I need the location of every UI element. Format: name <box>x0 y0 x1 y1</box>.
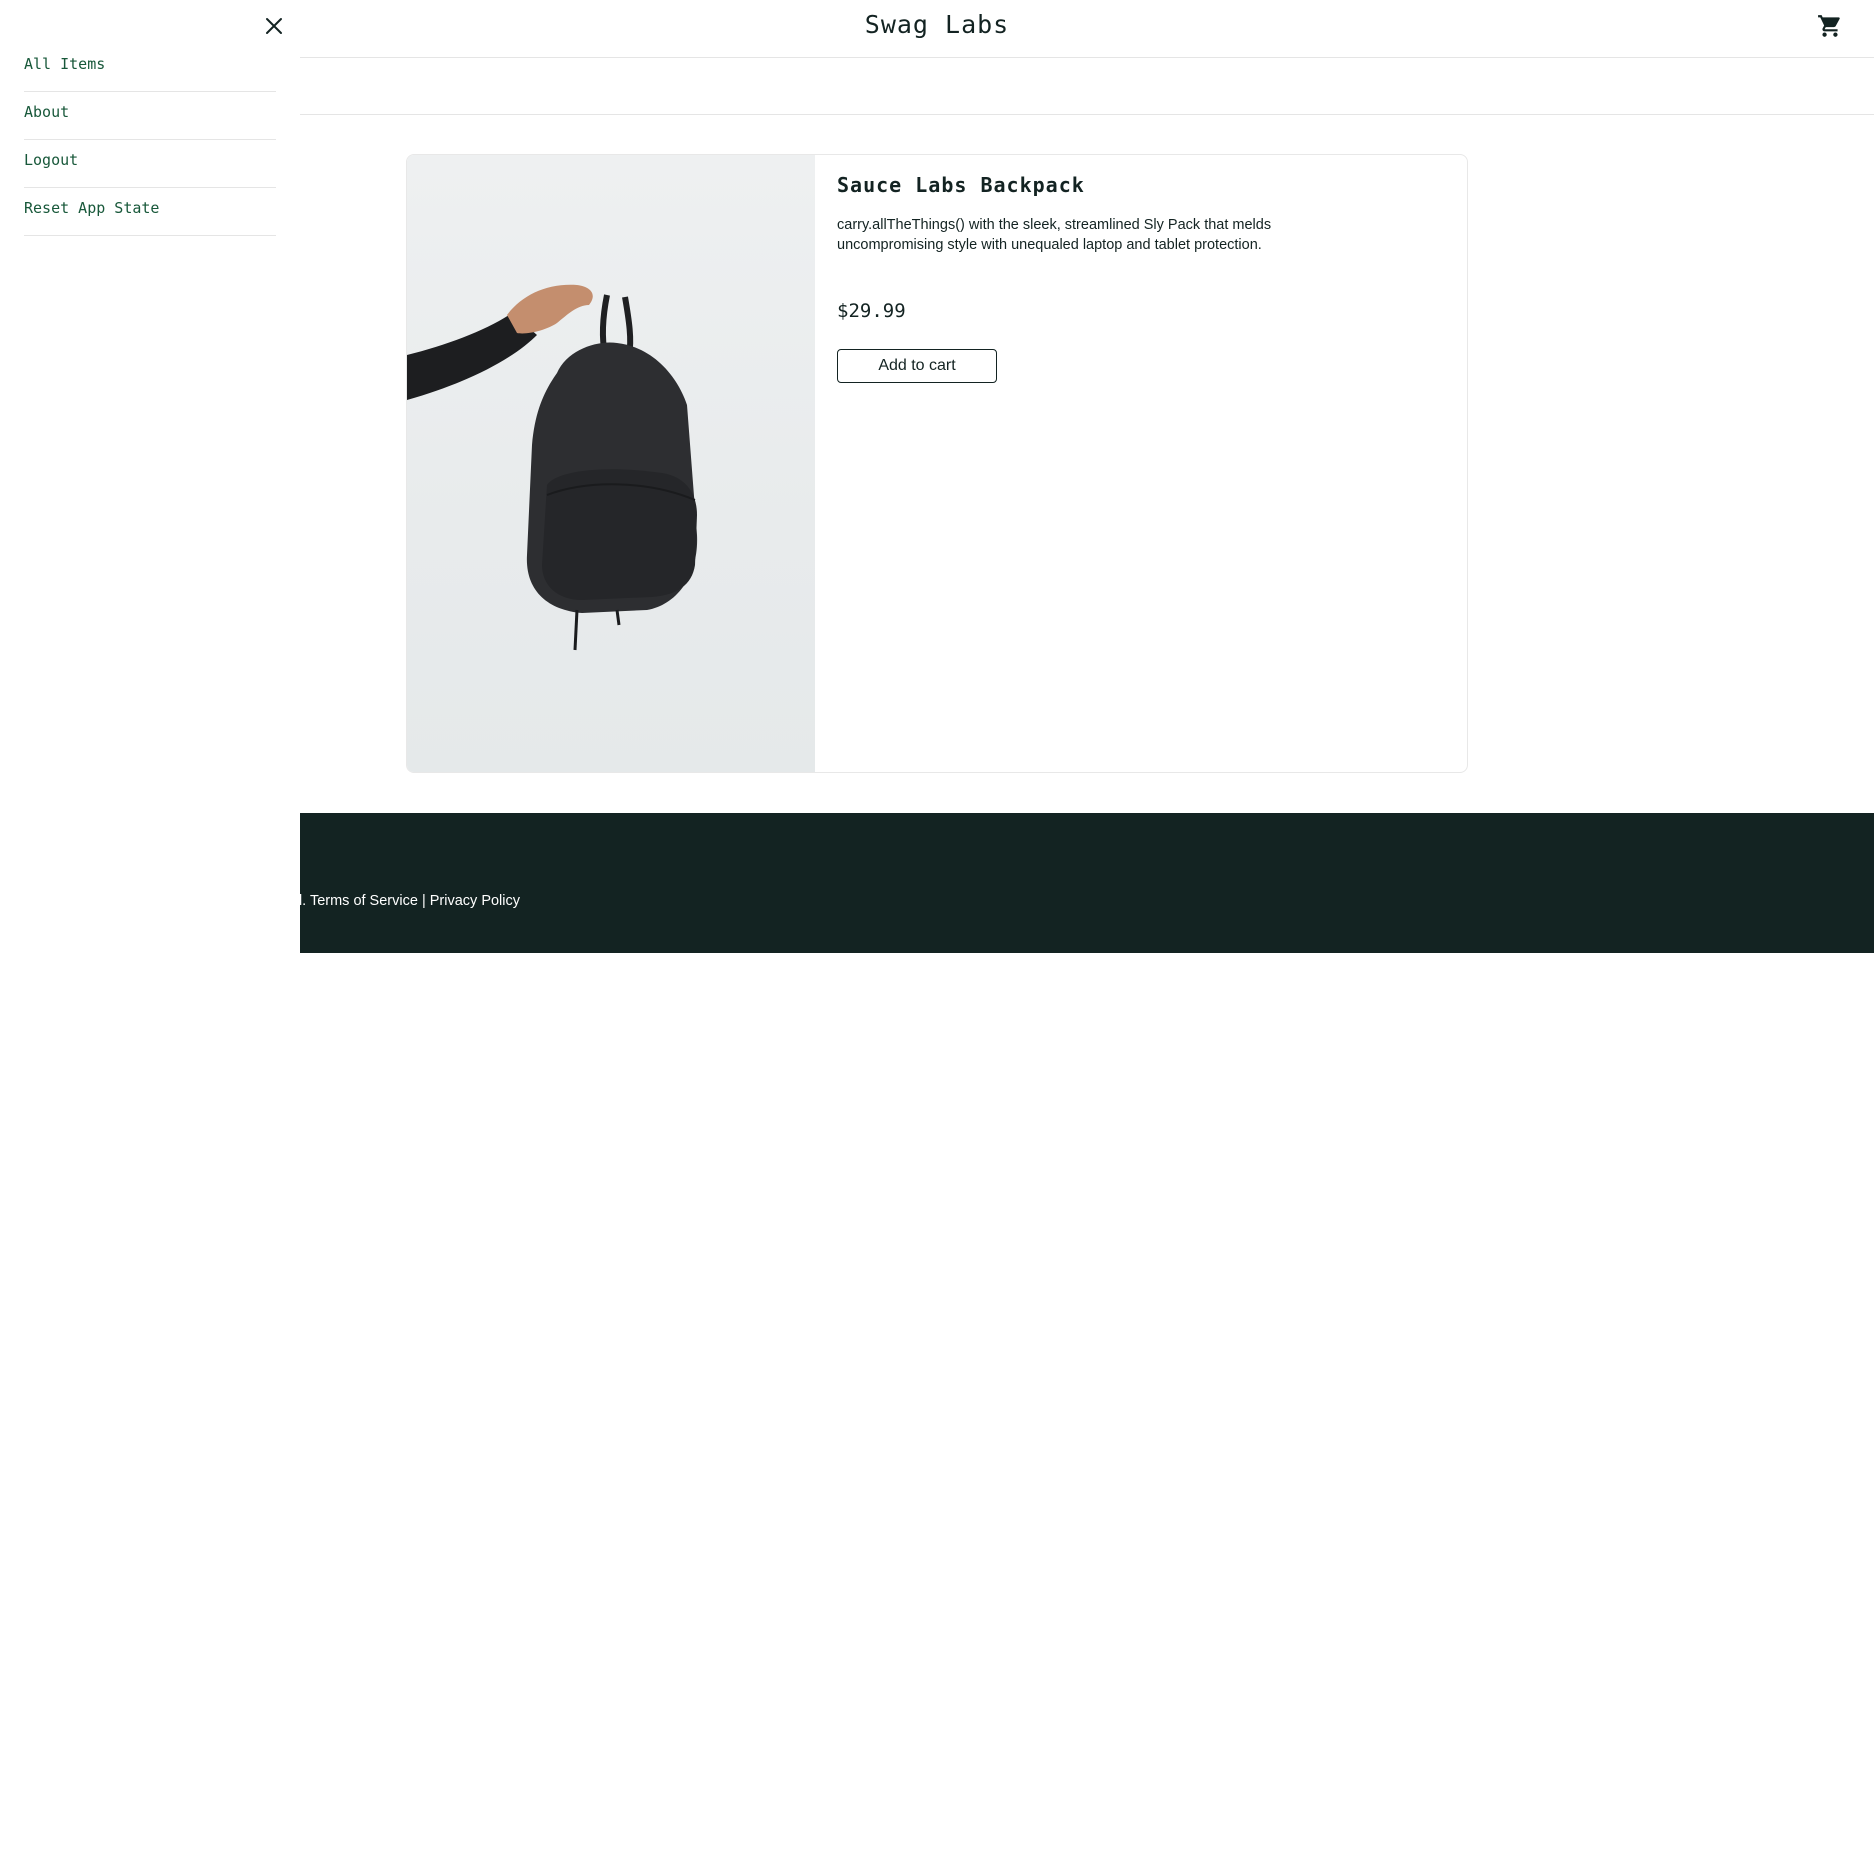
product-info: Sauce Labs Backpack carry.allTheThings()… <box>837 173 1437 383</box>
menu-item-reset-app-state[interactable]: Reset App State <box>24 188 276 236</box>
footer-separator: | <box>417 893 430 909</box>
close-icon-svg <box>266 18 282 34</box>
menu-item-all-items[interactable]: All Items <box>24 44 276 92</box>
side-menu: All Items About Logout Reset App State <box>0 0 300 1869</box>
close-icon[interactable] <box>262 14 286 38</box>
terms-of-service-link[interactable]: Terms of Service <box>310 893 418 909</box>
product-image <box>407 155 815 772</box>
shopping-cart-icon[interactable] <box>1817 13 1843 39</box>
product-description: carry.allTheThings() with the sleek, str… <box>837 217 1272 253</box>
menu-item-about[interactable]: About <box>24 92 276 140</box>
menu-item-logout[interactable]: Logout <box>24 140 276 188</box>
product-price: $29.99 <box>837 300 906 322</box>
add-to-cart-button[interactable]: Add to cart <box>837 349 997 383</box>
product-detail-card: Sauce Labs Backpack carry.allTheThings()… <box>406 154 1468 773</box>
product-name: Sauce Labs Backpack <box>837 173 1085 197</box>
menu-list: All Items About Logout Reset App State <box>24 44 276 236</box>
privacy-policy-link[interactable]: Privacy Policy <box>430 893 520 909</box>
shopping-cart-icon-svg <box>1818 15 1840 37</box>
backpack-image <box>407 284 698 651</box>
